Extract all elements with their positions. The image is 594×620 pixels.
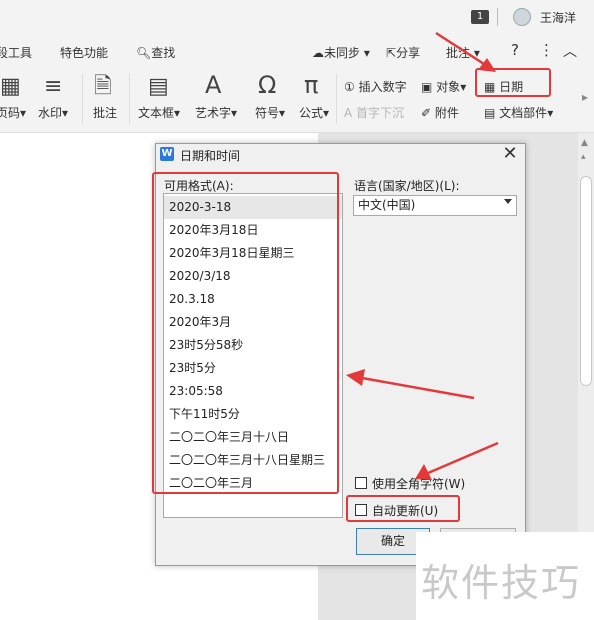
arrow-to-formats: [361, 376, 475, 400]
annotation-arrows: [346, 31, 499, 480]
arrowhead-date: [478, 58, 496, 72]
arrow-to-autoupdate: [427, 441, 499, 475]
arrowhead-formats: [346, 369, 365, 386]
arrow-to-date: [435, 31, 485, 66]
